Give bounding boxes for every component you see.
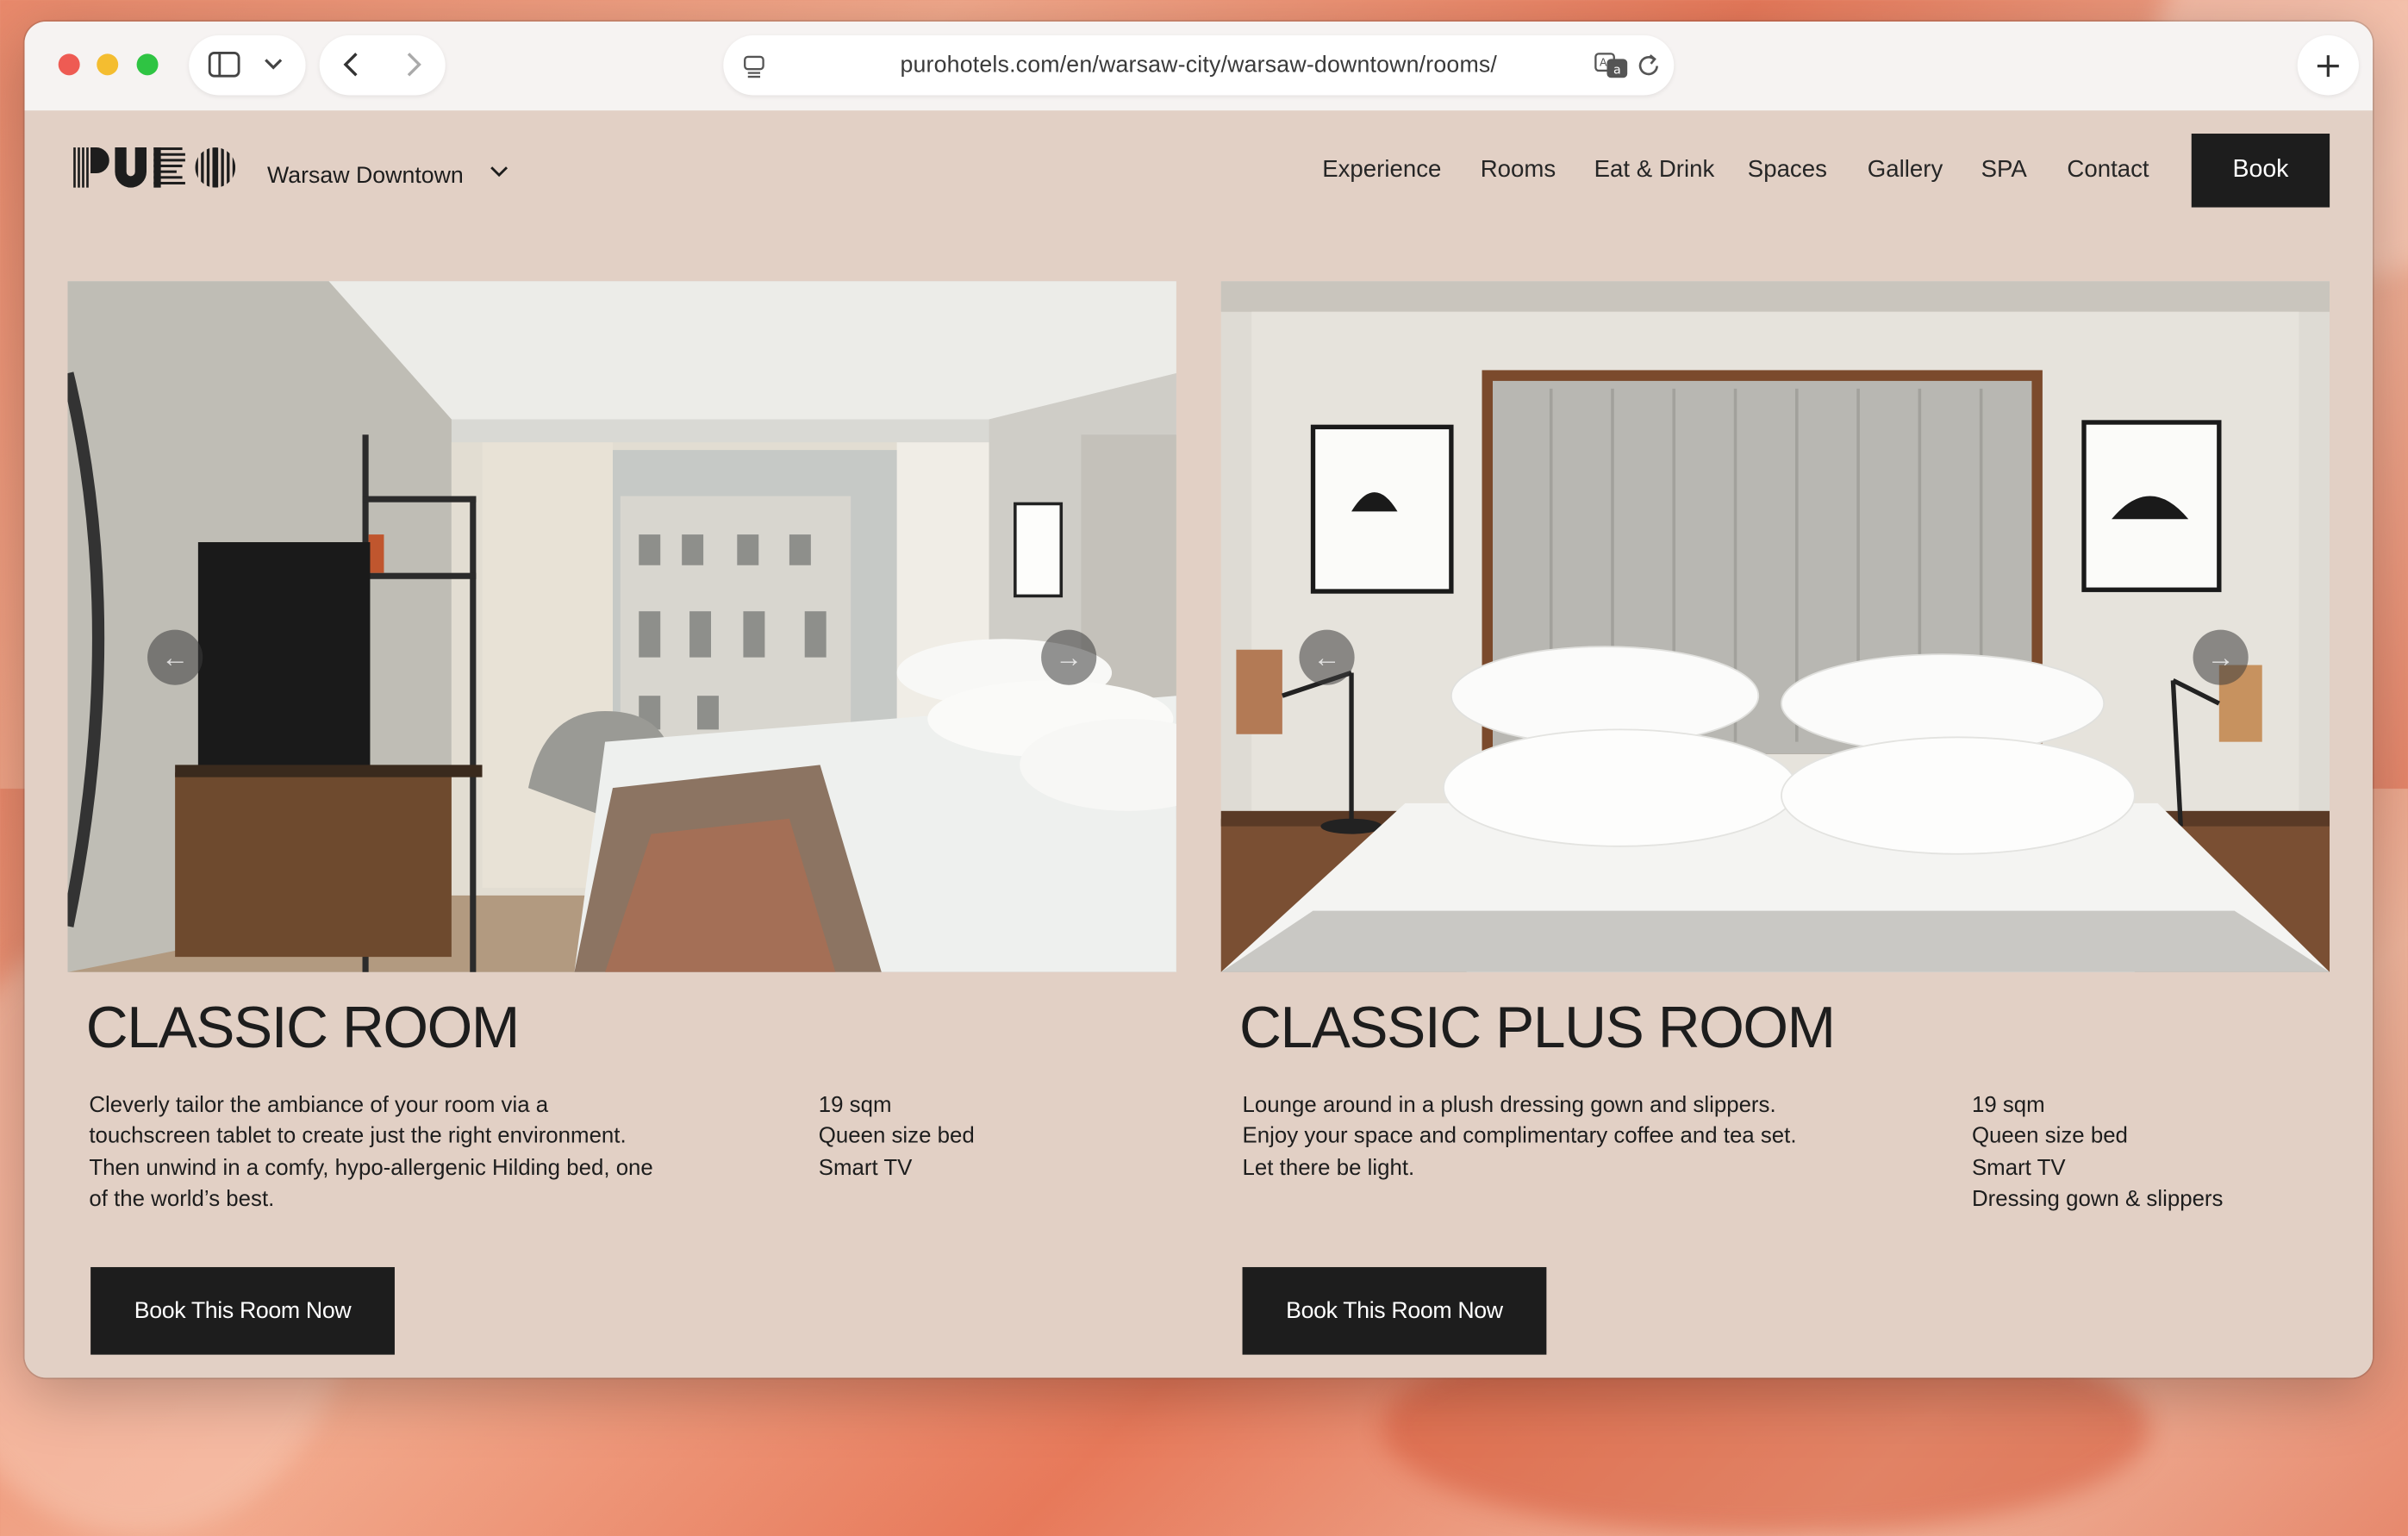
feature-bed: Queen size bed	[818, 1124, 975, 1150]
url-text: purohotels.com/en/warsaw-city/warsaw-dow…	[900, 52, 1498, 78]
classic-plus-room-photo[interactable]: ← →	[1220, 281, 2330, 972]
classic-room-description: Cleverly tailor the ambiance of your roo…	[89, 1093, 653, 1212]
forward-arrow-icon[interactable]	[402, 51, 424, 78]
translate-icon[interactable]: a A	[1594, 53, 1628, 78]
book-classic-room-button[interactable]: Book This Room Now	[90, 1267, 395, 1355]
minimize-window-button[interactable]	[97, 53, 119, 76]
nav-gallery[interactable]: Gallery	[1868, 157, 1943, 184]
address-bar[interactable]: purohotels.com/en/warsaw-city/warsaw-dow…	[723, 34, 1675, 96]
browser-toolbar: purohotels.com/en/warsaw-city/warsaw-dow…	[24, 21, 2374, 113]
feature-gown: Dressing gown & slippers	[1971, 1187, 2224, 1212]
nav-spa[interactable]: SPA	[1981, 157, 2027, 184]
nav-eat-drink[interactable]: Eat & Drink	[1594, 157, 1715, 184]
chevron-down-icon[interactable]	[263, 57, 284, 72]
sidebar-icon[interactable]	[208, 51, 241, 78]
feature-size: 19 sqm	[818, 1093, 892, 1119]
arrow-right-icon[interactable]: →	[2193, 629, 2249, 685]
browser-window: purohotels.com/en/warsaw-city/warsaw-dow…	[24, 21, 2374, 1378]
feature-bed: Queen size bed	[1971, 1124, 2128, 1150]
sidebar-toggle-group	[189, 34, 306, 96]
feature-tv: Smart TV	[1971, 1156, 2066, 1181]
classic-plus-room-description: Lounge around in a plush dressing gown a…	[1242, 1093, 1797, 1181]
feature-size: 19 sqm	[1971, 1093, 2045, 1119]
classic-room-photo[interactable]: ← →	[67, 281, 1176, 972]
new-tab-button[interactable]	[2297, 34, 2359, 96]
nav-contact[interactable]: Contact	[2067, 157, 2149, 184]
chevron-down-icon[interactable]	[489, 161, 510, 183]
zoom-window-button[interactable]	[136, 53, 159, 76]
arrow-right-icon[interactable]: →	[1041, 629, 1097, 685]
book-button[interactable]: Book	[2191, 134, 2330, 208]
plus-icon	[2317, 55, 2339, 78]
nav-spaces[interactable]: Spaces	[1748, 157, 1827, 184]
svg-text:A: A	[1600, 56, 1607, 69]
puro-logo[interactable]	[67, 147, 242, 190]
classic-plus-room-title: CLASSIC PLUS ROOM	[1238, 996, 1836, 1062]
arrow-left-icon[interactable]: ←	[1299, 629, 1355, 685]
feature-tv: Smart TV	[818, 1156, 913, 1181]
hotel-rooms-page: Warsaw Downtown Experience Rooms Eat & D…	[24, 110, 2374, 1378]
classic-room-title: CLASSIC ROOM	[85, 996, 521, 1062]
location-selector-label[interactable]: Warsaw Downtown	[267, 163, 464, 189]
close-window-button[interactable]	[58, 53, 80, 76]
nav-rooms[interactable]: Rooms	[1481, 157, 1556, 184]
arrow-left-icon[interactable]: ←	[147, 629, 203, 685]
classic-plus-room-features: 19 sqm Queen size bed Smart TV Dressing …	[1972, 1090, 2224, 1215]
back-arrow-icon[interactable]	[341, 51, 363, 78]
reload-icon[interactable]	[1637, 53, 1662, 78]
svg-text:a: a	[1613, 64, 1621, 78]
nav-experience[interactable]: Experience	[1322, 157, 1441, 184]
classic-room-features: 19 sqm Queen size bed Smart TV	[819, 1090, 975, 1184]
history-nav-group	[319, 34, 446, 96]
book-classic-plus-room-button[interactable]: Book This Room Now	[1242, 1267, 1547, 1355]
